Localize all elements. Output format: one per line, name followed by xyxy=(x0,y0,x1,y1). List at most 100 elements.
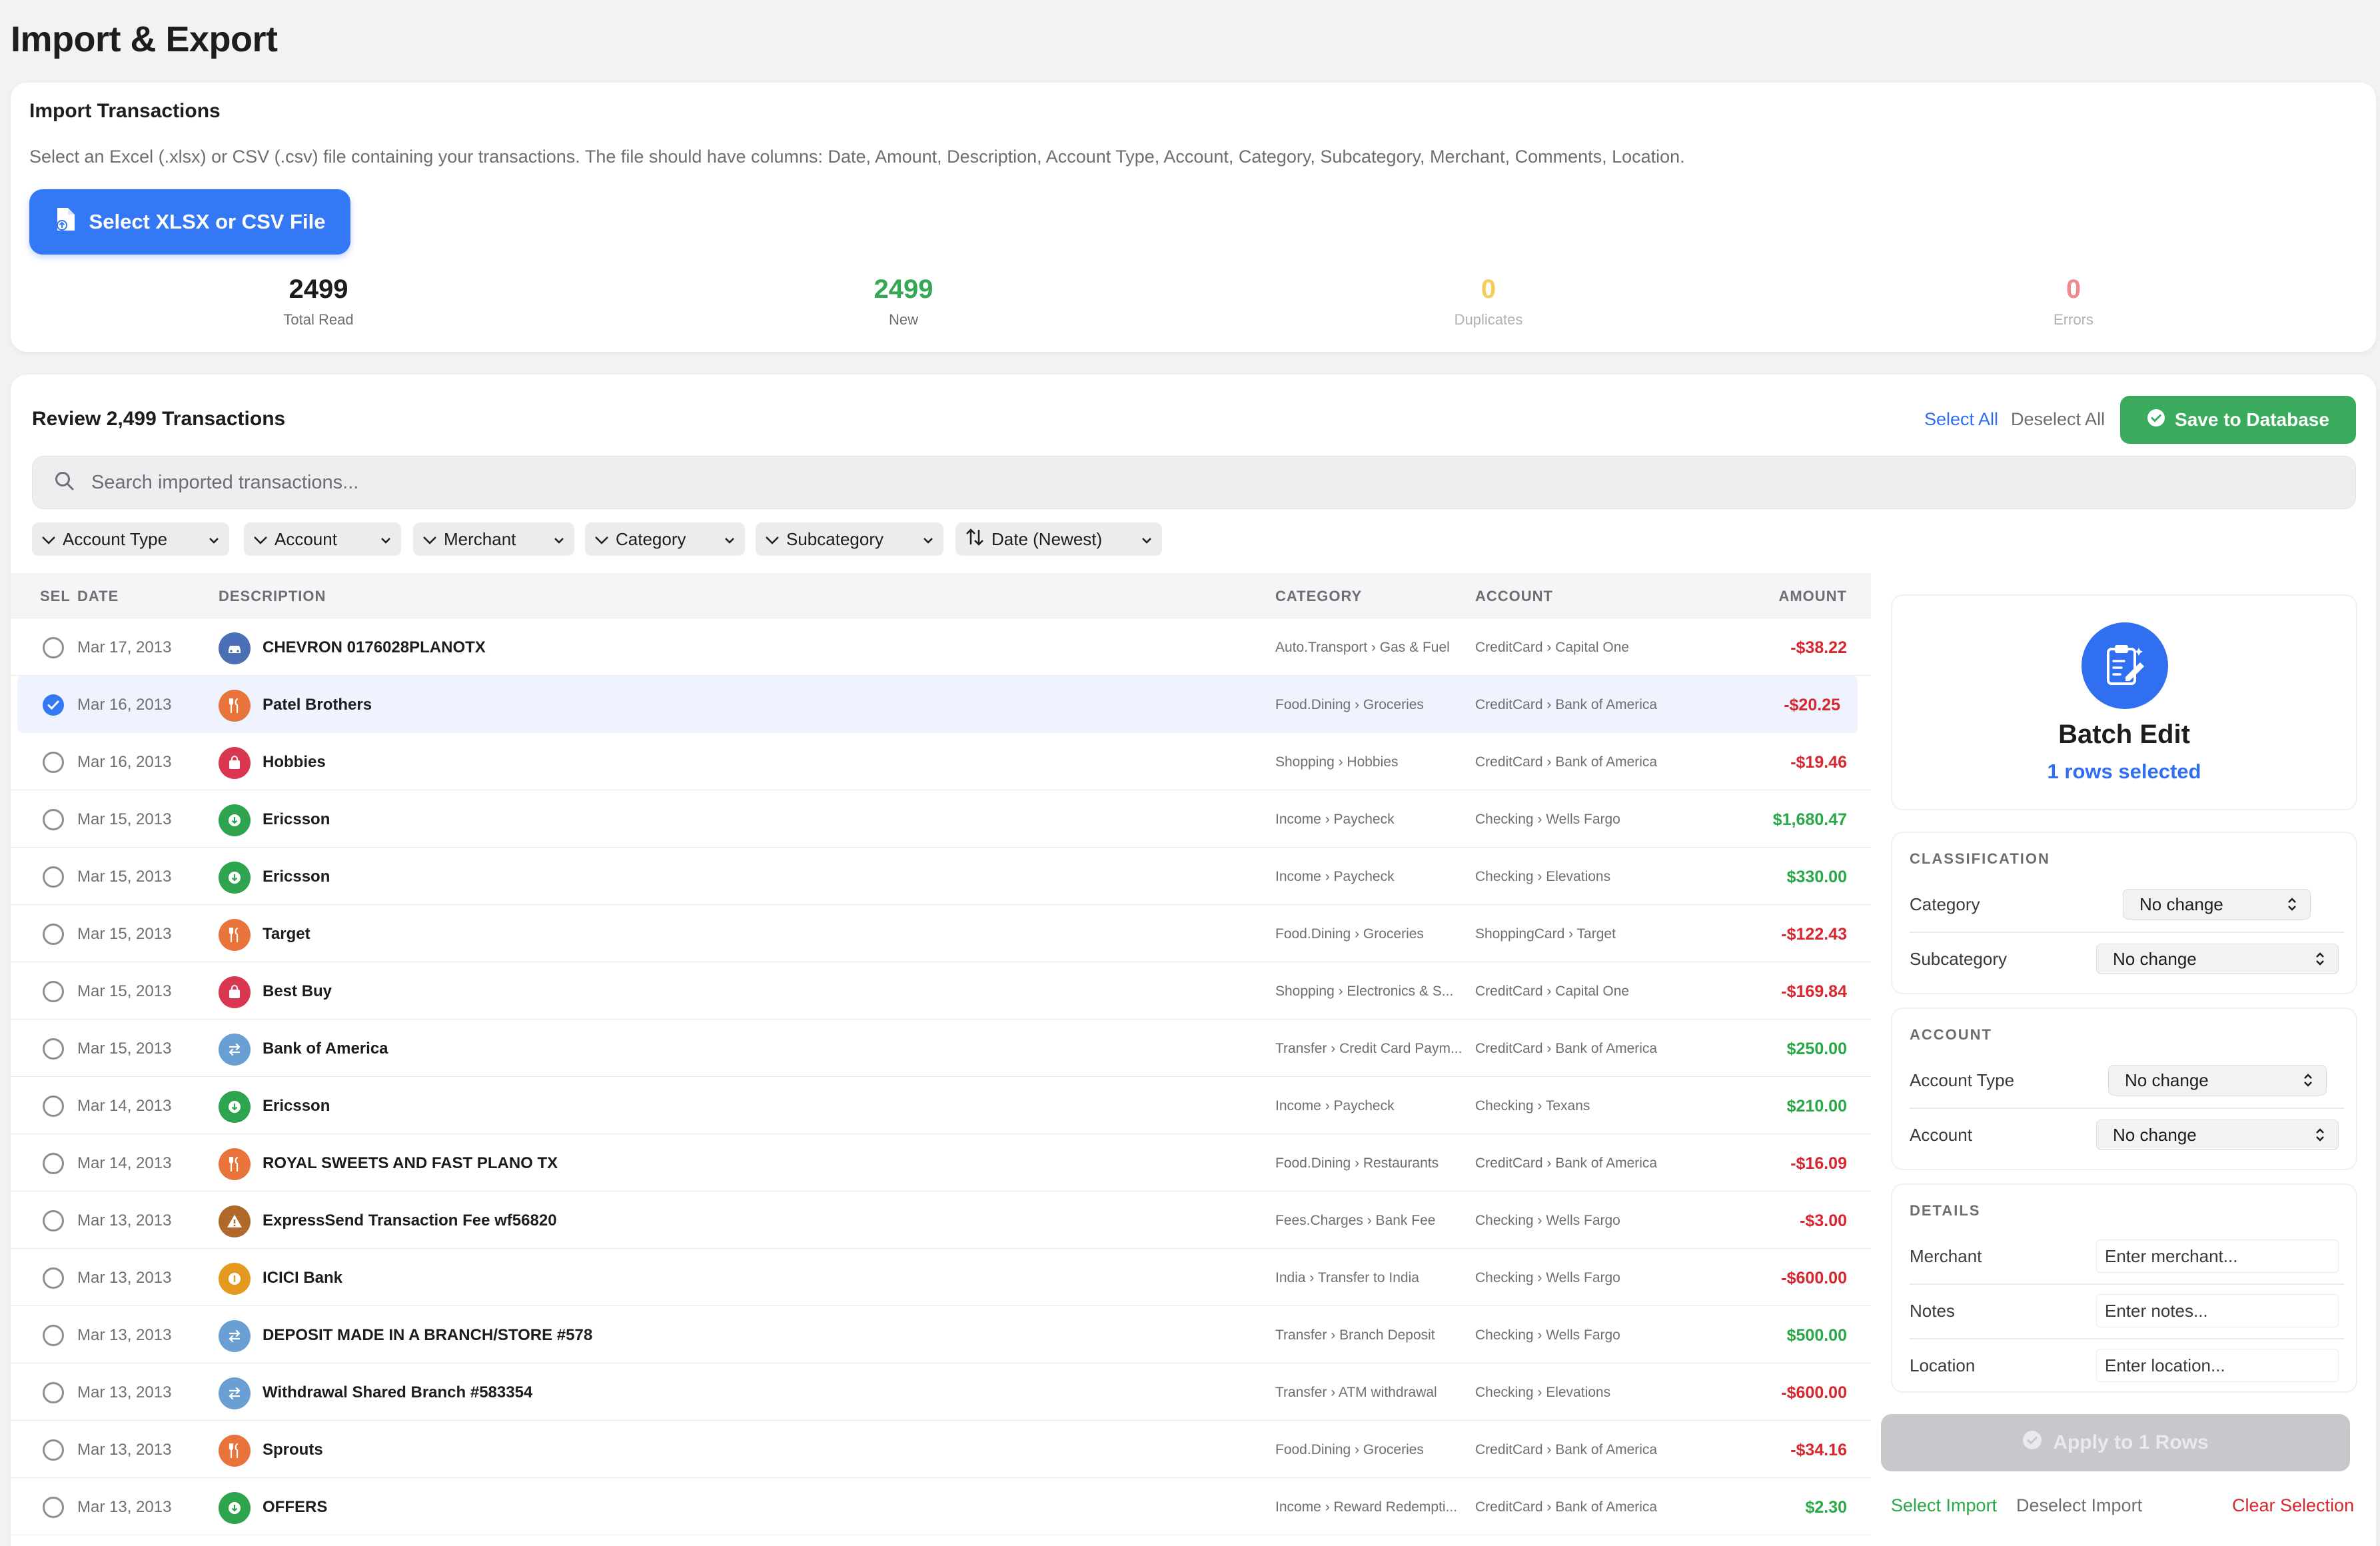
merchant-label: Merchant xyxy=(1910,1246,1982,1266)
table-row[interactable]: Mar 13, 2013 DEPOSIT MADE IN A BRANCH/STO… xyxy=(11,1306,1871,1363)
account-select-value: No change xyxy=(2113,1124,2197,1145)
row-select-radio[interactable] xyxy=(43,866,64,888)
account-type-select[interactable]: No change xyxy=(2108,1065,2327,1096)
table-row[interactable]: Mar 16, 2013 Patel Brothers Food.Dining › … xyxy=(17,676,1858,733)
sort-date[interactable]: Date (Newest) xyxy=(955,522,1162,556)
notes-input[interactable] xyxy=(2096,1294,2339,1327)
row-select-radio[interactable] xyxy=(43,1382,64,1403)
batch-edit-title: Batch Edit xyxy=(2058,720,2190,749)
select-all-link[interactable]: Select All xyxy=(1924,409,1998,430)
filter-label: Merchant xyxy=(444,528,516,549)
row-select-radio[interactable] xyxy=(43,981,64,1002)
row-account: Checking › Wells Fargo xyxy=(1475,812,1620,827)
row-category: India › Transfer to India xyxy=(1275,1270,1419,1285)
row-description: ExpressSend Transaction Fee wf56820 xyxy=(263,1211,557,1229)
category-select[interactable]: No change xyxy=(2123,889,2311,920)
row-select-radio[interactable] xyxy=(43,752,64,773)
apply-to-rows-button[interactable]: Apply to 1 Rows xyxy=(1881,1414,2350,1471)
chevron-down-icon xyxy=(553,532,565,552)
table-row[interactable]: Mar 13, 2013 Sprouts Food.Dining › Groceri… xyxy=(11,1421,1871,1478)
row-date: Mar 13, 2013 xyxy=(77,1211,172,1229)
row-select-radio[interactable] xyxy=(43,1497,64,1518)
row-select-radio[interactable] xyxy=(43,1325,64,1346)
table-row[interactable]: Mar 15, 2013 Target Food.Dining › Grocerie… xyxy=(11,905,1871,962)
details-title: DETAILS xyxy=(1910,1202,1981,1219)
notes-label: Notes xyxy=(1910,1301,1955,1321)
table-row[interactable]: Mar 16, 2013 Hobbies Shopping › Hobbies Cre… xyxy=(11,733,1871,790)
row-select-radio[interactable] xyxy=(43,1210,64,1231)
row-description: DEPOSIT MADE IN A BRANCH/STORE #578 xyxy=(263,1326,593,1344)
table-row[interactable]: Mar 15, 2013 Best Buy Shopping › Electroni… xyxy=(11,962,1871,1020)
col-amount: AMOUNT xyxy=(1778,588,1847,604)
row-amount: -$122.43 xyxy=(1781,925,1847,944)
filter-label: Subcategory xyxy=(786,528,884,549)
search-box xyxy=(32,456,2356,509)
table-row[interactable]: Mar 13, 2013 ICICI Bank India › Transfer t… xyxy=(11,1249,1871,1306)
row-select-radio[interactable] xyxy=(43,1038,64,1060)
col-category: CATEGORY xyxy=(1275,588,1363,604)
account-select[interactable]: No change xyxy=(2096,1120,2339,1150)
clear-selection-link[interactable]: Clear Selection xyxy=(2232,1495,2354,1516)
filter-subcategory[interactable]: Subcategory xyxy=(756,522,943,556)
table-row[interactable]: Mar 15, 2013 Bank of America Transfer › Cr… xyxy=(11,1020,1871,1077)
filter-account-type[interactable]: Account Type xyxy=(32,522,229,556)
select-file-label: Select XLSX or CSV File xyxy=(89,210,326,233)
row-date: Mar 15, 2013 xyxy=(77,982,172,1000)
classification-title: CLASSIFICATION xyxy=(1910,850,2050,867)
row-select-radio[interactable] xyxy=(43,1153,64,1174)
row-select-radio[interactable] xyxy=(43,1439,64,1461)
deselect-all-link[interactable]: Deselect All xyxy=(2011,409,2105,430)
row-description: Best Buy xyxy=(263,982,332,1000)
subcategory-select[interactable]: No change xyxy=(2096,944,2339,974)
page-title: Import & Export xyxy=(11,19,278,59)
fork-knife-icon xyxy=(219,1148,251,1180)
row-select-radio[interactable] xyxy=(43,637,64,658)
table-row[interactable]: Mar 13, 2013 ExpressSend Transaction Fee … xyxy=(11,1191,1871,1249)
table-row[interactable]: Mar 15, 2013 Ericsson Income › Paycheck Che… xyxy=(11,848,1871,905)
table-row[interactable]: Mar 15, 2013 Ericsson Income › Paycheck Che… xyxy=(11,790,1871,848)
save-to-database-button[interactable]: Save to Database xyxy=(2120,396,2356,444)
row-amount: -$3.00 xyxy=(1800,1211,1847,1230)
divider xyxy=(1910,1338,2344,1339)
search-icon xyxy=(54,470,75,495)
row-select-radio[interactable] xyxy=(43,809,64,830)
filter-label: Account Type xyxy=(63,528,168,549)
row-category: Food.Dining › Restaurants xyxy=(1275,1156,1439,1171)
car-icon xyxy=(219,632,251,664)
deselect-import-link[interactable]: Deselect Import xyxy=(2016,1495,2142,1516)
fork-knife-icon xyxy=(219,1435,251,1467)
review-title: Review 2,499 Transactions xyxy=(32,408,286,430)
location-input[interactable] xyxy=(2096,1349,2339,1382)
row-amount: -$600.00 xyxy=(1781,1383,1847,1402)
row-description: CHEVRON 0176028PLANOTX xyxy=(263,638,486,656)
filter-account[interactable]: Account xyxy=(244,522,401,556)
select-file-button[interactable]: Select XLSX or CSV File xyxy=(29,189,350,255)
table-row[interactable]: Mar 13, 2013 OFFERS Income › Reward Redemp… xyxy=(11,1478,1871,1535)
col-date: DATE xyxy=(77,588,119,604)
table-row[interactable]: Mar 14, 2013 Ericsson Income › Paycheck Che… xyxy=(11,1077,1871,1134)
income-icon xyxy=(219,804,251,836)
select-import-link[interactable]: Select Import xyxy=(1891,1495,1997,1516)
row-select-radio[interactable] xyxy=(43,1267,64,1289)
divider xyxy=(1910,1108,2344,1109)
row-description: ROYAL SWEETS AND FAST PLANO TX xyxy=(263,1154,558,1172)
row-select-radio[interactable] xyxy=(43,924,64,945)
import-title: Import Transactions xyxy=(29,100,221,122)
apply-label: Apply to 1 Rows xyxy=(2053,1431,2209,1453)
row-category: Income › Paycheck xyxy=(1275,869,1395,884)
row-select-radio[interactable] xyxy=(43,1096,64,1117)
filter-category[interactable]: Category xyxy=(585,522,745,556)
fork-knife-icon xyxy=(219,919,251,951)
table-row[interactable]: Mar 14, 2013 ROYAL SWEETS AND FAST PLANO … xyxy=(11,1134,1871,1191)
stat-total: 2499 Total Read xyxy=(219,275,418,329)
row-date: Mar 14, 2013 xyxy=(77,1097,172,1115)
search-input[interactable] xyxy=(91,471,2223,494)
table-row[interactable]: Mar 17, 2013 CHEVRON 0176028PLANOTX Auto.T… xyxy=(11,618,1871,676)
filter-merchant[interactable]: Merchant xyxy=(413,522,574,556)
updown-chevron-icon xyxy=(2314,950,2326,973)
row-amount: -$169.84 xyxy=(1781,982,1847,1001)
row-select-radio[interactable] xyxy=(43,694,64,716)
shopping-bag-icon xyxy=(219,976,251,1008)
table-row[interactable]: Mar 13, 2013 Withdrawal Shared Branch #58… xyxy=(11,1363,1871,1421)
merchant-input[interactable] xyxy=(2096,1239,2339,1273)
